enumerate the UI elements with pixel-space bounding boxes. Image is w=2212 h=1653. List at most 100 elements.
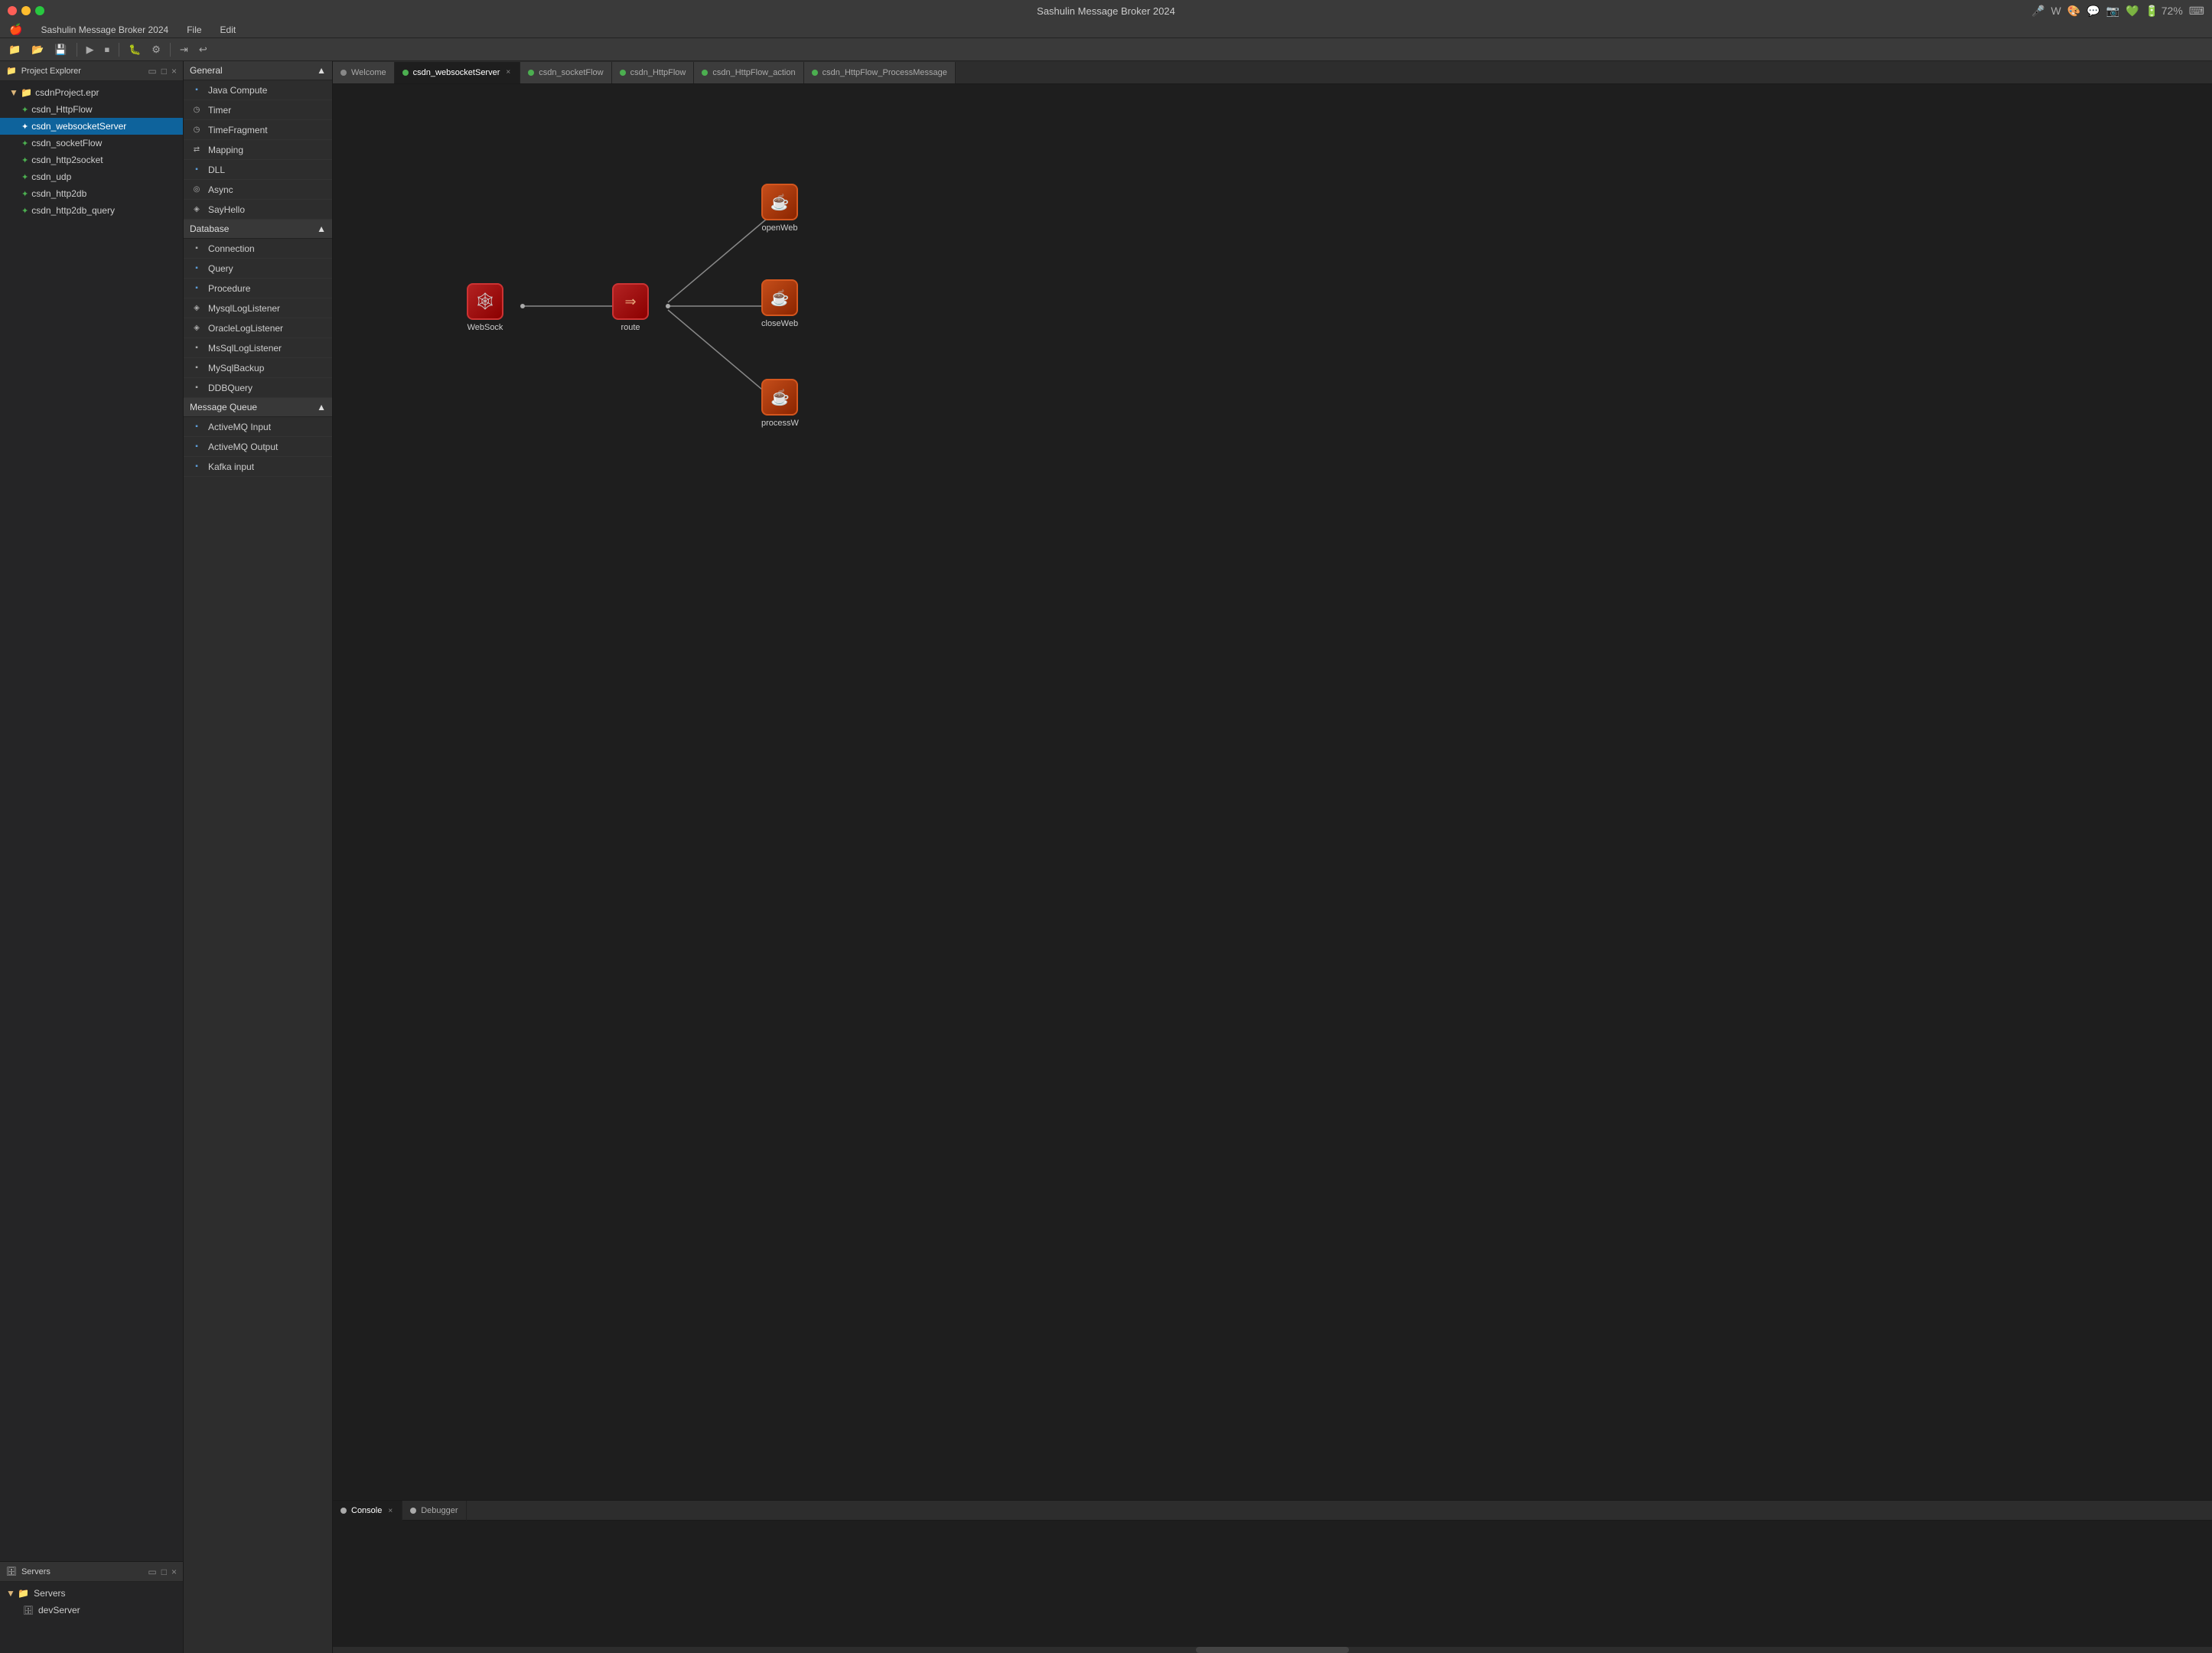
node-box-processw: ☕ [761, 379, 798, 416]
photo-icon: 📷 [2106, 5, 2119, 18]
tree-item-socketflow[interactable]: ✦ csdn_socketFlow [0, 135, 183, 152]
tab-close-websocketserver[interactable]: × [504, 68, 512, 77]
tree-item-http2socket[interactable]: ✦ csdn_http2socket [0, 152, 183, 168]
node-processw[interactable]: ☕ processW [761, 379, 799, 428]
palette-item-connection[interactable]: ▪ Connection [184, 239, 332, 259]
palette-item-sayhello[interactable]: ◈ SayHello [184, 200, 332, 220]
tab-welcome[interactable]: Welcome [333, 62, 395, 83]
palette-item-java-compute[interactable]: ▪ Java Compute [184, 80, 332, 100]
panel-maximize-icon[interactable]: □ [161, 66, 167, 77]
toolbar-debug[interactable]: 🐛 [125, 42, 145, 57]
palette-item-async[interactable]: ◎ Async [184, 180, 332, 200]
console-tab-indicator [340, 1508, 347, 1514]
tree-item-label: csdnProject.epr [35, 87, 99, 98]
tree-item-websocketserver[interactable]: ✦ csdn_websocketServer [0, 118, 183, 135]
palette-item-ddbquery[interactable]: ▪ DDBQuery [184, 378, 332, 398]
mic-icon: 🎤 [2031, 5, 2044, 18]
panel-close-icon[interactable]: × [171, 66, 177, 77]
palette-item-mapping[interactable]: ⇄ Mapping [184, 140, 332, 160]
edit-menu[interactable]: Edit [217, 24, 239, 35]
tab-httpflow[interactable]: csdn_HttpFlow [612, 62, 695, 83]
servers-minimize-icon[interactable]: ▭ [148, 1567, 156, 1577]
palette-item-kafka-input[interactable]: ▪ Kafka input [184, 457, 332, 477]
tab-httpflow-processmessage[interactable]: csdn_HttpFlow_ProcessMessage [804, 62, 956, 83]
tree-item-udp[interactable]: ✦ csdn_udp [0, 168, 183, 185]
palette-item-dll[interactable]: ▪ DLL [184, 160, 332, 180]
panel-minimize-icon[interactable]: ▭ [148, 66, 156, 77]
palette-general-collapse-icon: ▲ [317, 65, 326, 76]
tab-indicator-socketflow [528, 70, 534, 76]
tree-item-label: csdn_http2db_query [31, 205, 115, 216]
palette-msgqueue-collapse-icon: ▲ [317, 402, 326, 412]
node-box-route: ⇒ [612, 283, 649, 320]
tree-item-label: csdn_http2socket [31, 155, 103, 165]
tab-label-welcome: Welcome [351, 68, 386, 77]
node-openweb[interactable]: ☕ openWeb [761, 184, 798, 233]
procedure-icon: ▪ [191, 283, 202, 294]
node-closeweb[interactable]: ☕ closeWeb [761, 279, 798, 328]
toolbar-forward[interactable]: ⇥ [176, 42, 192, 57]
palette-item-query[interactable]: ▪ Query [184, 259, 332, 279]
devserver-item[interactable]: 🗄 devServer [0, 1602, 183, 1619]
node-websock[interactable]: 🕸 WebSock [467, 283, 503, 332]
flow-canvas[interactable]: 🕸 WebSock ⇒ route ☕ openWeb [333, 84, 2212, 1500]
toolbar-back[interactable]: ↩ [195, 42, 211, 57]
servers-maximize-icon[interactable]: □ [161, 1567, 167, 1577]
tab-label-httpflow: csdn_HttpFlow [630, 68, 686, 77]
closeweb-icon: ☕ [770, 289, 790, 308]
servers-close-icon[interactable]: × [171, 1567, 177, 1577]
tree-item-httpflow[interactable]: ✦ csdn_HttpFlow [0, 101, 183, 118]
toolbar-run[interactable]: ▶ [83, 42, 98, 57]
route-icon: ⇒ [624, 294, 636, 310]
apple-menu[interactable]: 🍎 [6, 23, 25, 36]
tab-websocketserver[interactable]: csdn_websocketServer × [395, 62, 521, 83]
servers-folder[interactable]: ▼ 📁 Servers [0, 1585, 183, 1602]
console-tab-close[interactable]: × [386, 1507, 394, 1515]
battery-icon: 🔋 72% [2145, 5, 2182, 18]
left-panel: 📁 Project Explorer ▭ □ × ▼ 📁 csdnProject… [0, 61, 184, 1653]
tree-item-root[interactable]: ▼ 📁 csdnProject.epr [0, 84, 183, 101]
palette-item-activemq-output[interactable]: ▪ ActiveMQ Output [184, 437, 332, 457]
flow-icon: ✦ [21, 189, 28, 199]
palette-item-oracleloglistener[interactable]: ◈ OracleLogListener [184, 318, 332, 338]
maximize-button[interactable] [35, 6, 44, 15]
file-menu[interactable]: File [184, 24, 204, 35]
app-menu[interactable]: Sashulin Message Broker 2024 [37, 24, 171, 35]
palette-section-database[interactable]: Database ▲ [184, 220, 332, 239]
palette-item-procedure[interactable]: ▪ Procedure [184, 279, 332, 298]
toolbar-stop[interactable]: ⏹ [101, 42, 114, 57]
palette-item-activemq-input[interactable]: ▪ ActiveMQ Input [184, 417, 332, 437]
tab-socketflow[interactable]: csdn_socketFlow [520, 62, 611, 83]
palette-item-mysqlbackup[interactable]: ▪ MySqlBackup [184, 358, 332, 378]
palette-section-msgqueue[interactable]: Message Queue ▲ [184, 398, 332, 417]
bottom-scrollbar[interactable] [333, 1647, 2212, 1653]
tab-label-httpflow-action: csdn_HttpFlow_action [712, 68, 795, 77]
tree-item-http2db-query[interactable]: ✦ csdn_http2db_query [0, 202, 183, 219]
palette-item-timefragment[interactable]: ◷ TimeFragment [184, 120, 332, 140]
toolbar-settings[interactable]: ⚙ [148, 42, 165, 57]
palette-section-general[interactable]: General ▲ [184, 61, 332, 80]
minimize-button[interactable] [21, 6, 31, 15]
palette-item-label: OracleLogListener [208, 323, 283, 334]
palette-item-mysqlloglistener[interactable]: ◈ MysqlLogListener [184, 298, 332, 318]
toolbar-open[interactable]: 📂 [28, 42, 47, 57]
node-route[interactable]: ⇒ route [612, 283, 649, 332]
servers-folder-label: Servers [34, 1588, 65, 1599]
palette-item-label: Timer [208, 105, 231, 116]
toolbar-save[interactable]: 💾 [50, 42, 70, 57]
palette-item-mssqlloglistener[interactable]: ▪ MsSqlLogListener [184, 338, 332, 358]
tree-item-http2db[interactable]: ✦ csdn_http2db [0, 185, 183, 202]
tab-console[interactable]: Console × [333, 1501, 402, 1521]
ddbquery-icon: ▪ [191, 383, 202, 393]
node-label-openweb: openWeb [762, 223, 798, 233]
tab-httpflow-action[interactable]: csdn_HttpFlow_action [694, 62, 803, 83]
palette-item-label: MsSqlLogListener [208, 343, 282, 354]
sayhello-icon: ◈ [191, 204, 202, 215]
tab-debugger[interactable]: Debugger [402, 1501, 466, 1521]
palette-item-timer[interactable]: ◷ Timer [184, 100, 332, 120]
palette-database-collapse-icon: ▲ [317, 223, 326, 234]
query-icon: ▪ [191, 263, 202, 274]
close-button[interactable] [8, 6, 17, 15]
flow-icon: ✦ [21, 139, 28, 148]
toolbar-new[interactable]: 📁 [5, 42, 24, 57]
